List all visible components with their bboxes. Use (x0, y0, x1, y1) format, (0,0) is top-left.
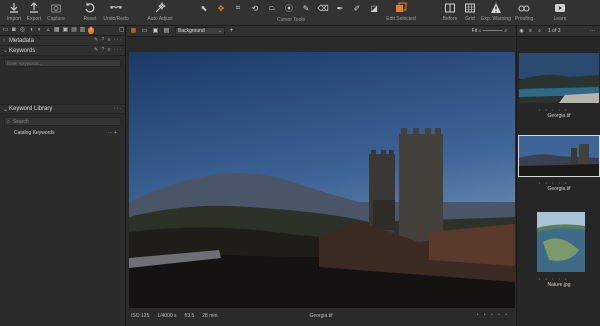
image-count: 1 of 3 (548, 28, 561, 34)
catalog-keywords-actions[interactable]: ··· + (108, 129, 117, 138)
proofing-button[interactable]: Proofing (510, 2, 538, 22)
search-icon: ⌕ (7, 118, 10, 125)
exposure-warning-button[interactable]: Exp. Warning (480, 2, 512, 22)
view-icon[interactable]: ◉ (517, 28, 526, 34)
crop-tool-icon[interactable]: ⌗ (230, 2, 246, 14)
exposure-tab-icon[interactable]: ◐ (36, 27, 43, 34)
filmstrip-panel: ◉ ≡ ⌕ 1 of 3 ··· • • • • • Georgia.tif •… (516, 26, 600, 326)
filmstrip-item-selected[interactable]: • • • • • Georgia.tif (518, 135, 600, 192)
capture-tab-icon[interactable]: ◙ (11, 27, 18, 34)
main-photo (129, 52, 515, 308)
cursor-tools-group: ⬉ ✥ ⌗ ⟲ ⏢ ⦿ ✎ ⌫ ✒ ✐ ◪ Cursor Tools (196, 2, 386, 24)
single-view-icon[interactable]: ▦ (129, 27, 138, 35)
color-tab-icon[interactable]: ◑ (28, 27, 35, 34)
metadata-section-header[interactable]: › Metadata ✎ ? ≡ ··· (0, 36, 125, 46)
export-icon (30, 2, 38, 13)
library-tab-icon[interactable]: ▭ (2, 27, 9, 34)
pan-tool-icon[interactable]: ✥ (213, 2, 229, 14)
annotate-tool-icon[interactable]: ✐ (349, 2, 365, 14)
exposure-warning-icon (491, 3, 501, 13)
rotate-tool-icon[interactable]: ⟲ (247, 2, 263, 14)
zoom-fit[interactable]: Fit ⌕ ━━━━ ⌕ (472, 28, 507, 34)
panel-options-icon[interactable]: ▢ (118, 27, 125, 34)
edit-selected-icon (396, 2, 407, 12)
image-filename: Georgia.tif (309, 313, 333, 319)
section-actions[interactable]: ✎ ? ≡ ··· (94, 47, 122, 53)
thumbnail-filename: Georgia.tif (547, 113, 571, 119)
edit-selected-button[interactable]: Edit Selected (384, 2, 418, 22)
keywords-section-header[interactable]: ⌄ Keywords ✎ ? ≡ ··· (0, 46, 125, 56)
gradient-tool-icon[interactable]: ◪ (366, 2, 382, 14)
more-icon[interactable]: ··· (588, 28, 597, 34)
proofing-icon (518, 5, 530, 12)
capture-icon (51, 4, 61, 13)
viewer-toolbar: ▦ ▭ ▣ ▤ Background ⌄ + Fit ⌕ ━━━━ ⌕ (127, 26, 515, 37)
filmstrip-item[interactable]: • • • • • Georgia.tif (519, 53, 599, 119)
section-more-icon[interactable]: ··· (114, 106, 122, 112)
zoom-icon: ⌕ ━━━━ ⌕ (478, 28, 507, 34)
keystone-tool-icon[interactable]: ⏢ (264, 2, 280, 14)
auto-adjust-icon (155, 2, 166, 13)
brush-tool-icon[interactable]: ✎ (298, 2, 314, 14)
tool-tabs: ▭ ◙ ◎ ◑ ◐ ▵ ▦ ▣ ▤ ▥ i ▢ (0, 26, 125, 36)
import-icon (10, 3, 18, 13)
search-icon[interactable]: ⌕ (535, 28, 544, 34)
lens-tab-icon[interactable]: ◎ (19, 27, 26, 34)
thumbnail (519, 53, 599, 103)
layers-icon[interactable]: ▤ (162, 27, 171, 35)
details-tab-icon[interactable]: ▵ (45, 27, 52, 34)
eraser-tool-icon[interactable]: ⌫ (315, 2, 331, 14)
before-icon (445, 3, 455, 13)
keyword-library-section-header[interactable]: ⌄ Keyword Library ··· (0, 104, 125, 114)
spot-tool-icon[interactable]: ⦿ (281, 2, 297, 14)
rating-stars[interactable]: • • • • • (519, 107, 599, 112)
keywords-input[interactable]: Enter Keywords... (4, 59, 121, 67)
reset-icon (85, 3, 95, 13)
keywords-label: Keywords (9, 47, 36, 54)
select-tool-icon[interactable]: ⬉ (196, 2, 212, 14)
left-tool-panel: ▭ ◙ ◎ ◑ ◐ ▵ ▦ ▣ ▤ ▥ i ▢ › Metadata ✎ ? ≡… (0, 26, 126, 326)
layer-add-icon[interactable]: + (227, 27, 236, 35)
background-select[interactable]: Background ⌄ (175, 27, 225, 35)
capture-button[interactable]: Capture (42, 2, 70, 22)
picker-tool-icon[interactable]: ✒ (332, 2, 348, 14)
chevron-down-icon: ⌄ (217, 28, 222, 34)
metadata-tab-icon[interactable]: ▥ (79, 27, 86, 34)
undo-redo-button[interactable]: Undo/Redo (102, 2, 130, 22)
rating-dots[interactable]: • • • • • (477, 312, 509, 318)
rating-stars[interactable]: • • • • • (519, 276, 599, 281)
cursor-tools-label: Cursor Tools (277, 17, 305, 23)
learn-icon (555, 4, 565, 12)
metadata-label: Metadata (9, 37, 35, 44)
rating-stars[interactable]: • • • • • (519, 180, 599, 185)
output-tab-icon[interactable]: ▣ (62, 27, 69, 34)
reset-button[interactable]: Reset (76, 2, 104, 22)
main-toolbar: Import Export Capture Reset Undo/Redo Au… (0, 0, 600, 26)
image-viewer[interactable] (127, 37, 515, 326)
keyword-library-label: Keyword Library (9, 106, 53, 112)
filmstrip-item[interactable]: • • • • • Nature.jpg (519, 212, 599, 288)
thumbnail (537, 212, 585, 272)
info-tab-icon[interactable]: i (87, 27, 95, 34)
undo-redo-icon (110, 6, 122, 9)
filmstrip-toolbar: ◉ ≡ ⌕ 1 of 3 ··· (517, 26, 600, 37)
compare-view-icon[interactable]: ▣ (151, 27, 160, 35)
thumbnail-filename: Georgia.tif (547, 186, 571, 192)
thumbnail (518, 135, 600, 177)
multi-view-icon[interactable]: ▭ (140, 27, 149, 35)
grid-icon (465, 3, 475, 13)
auto-adjust-button[interactable]: Auto Adjust (146, 2, 174, 22)
batch-tab-icon[interactable]: ▤ (71, 27, 78, 34)
section-actions[interactable]: ✎ ? ≡ ··· (94, 37, 122, 43)
thumbnail-filename: Nature.jpg (547, 282, 571, 288)
sort-icon[interactable]: ≡ (526, 28, 535, 34)
learn-button[interactable]: Learn (546, 2, 574, 22)
viewer-caption-bar: ISO 125 1/4000 s f/3.5 28 mm Georgia.tif… (127, 309, 515, 326)
keyword-search-input[interactable]: ⌕ Search (4, 117, 121, 126)
catalog-keywords-row[interactable]: Catalog Keywords ··· + (0, 129, 125, 138)
adjust-tab-icon[interactable]: ▦ (53, 27, 60, 34)
